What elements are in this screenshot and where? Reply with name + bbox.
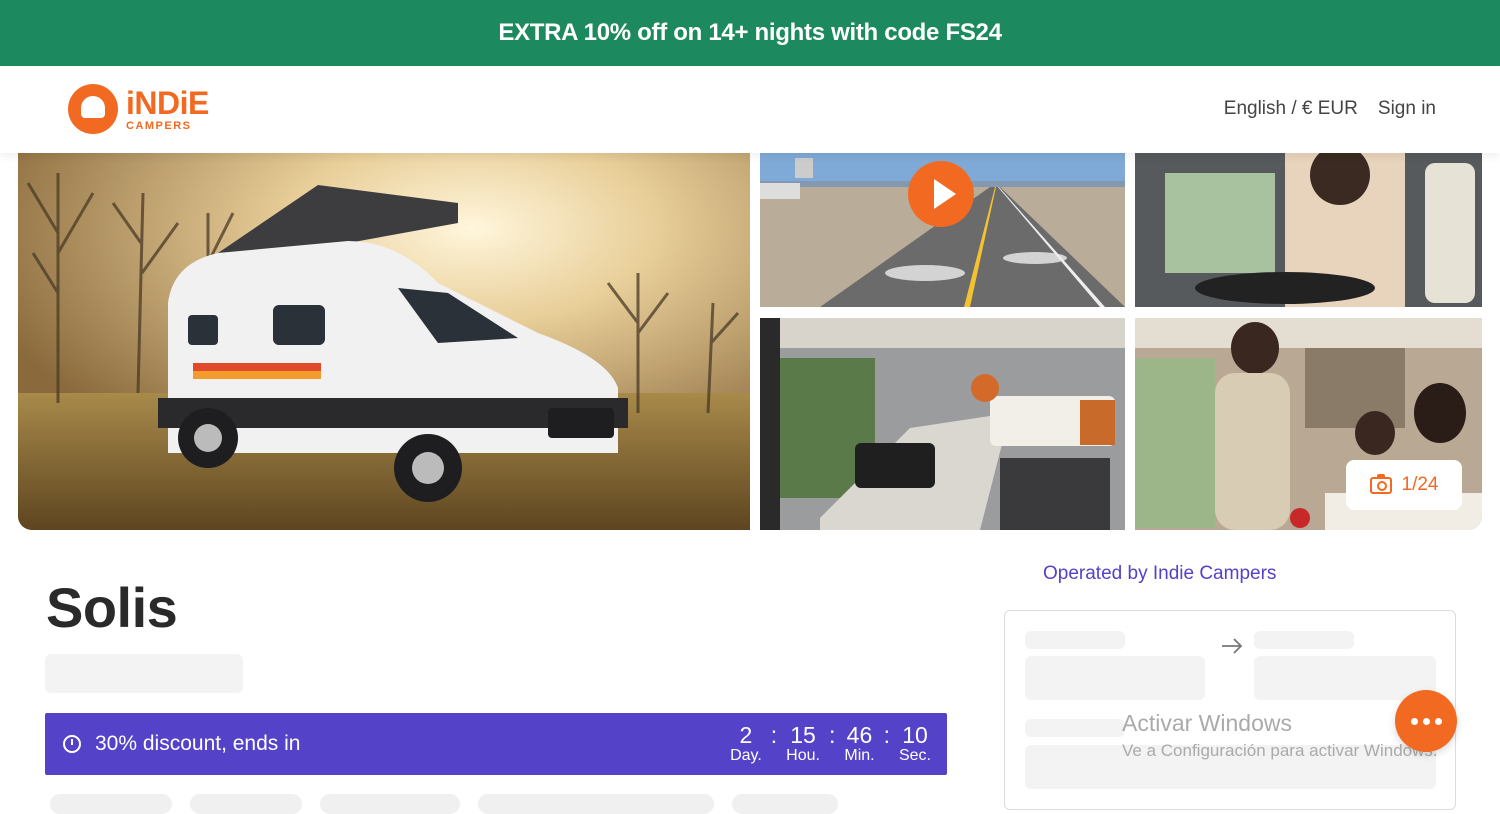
discount-banner: 30% discount, ends in 2 Day. : 15 Hou. :…	[45, 713, 947, 775]
gallery-photo-family[interactable]: 1/24	[1135, 318, 1482, 530]
arrow-right-icon	[1222, 638, 1243, 654]
site-header: iNDiE CAMPERS English / € EUR Sign in	[0, 66, 1500, 153]
feature-chip	[732, 794, 838, 814]
language-currency-selector[interactable]: English / € EUR	[1224, 98, 1358, 120]
timer-icon	[63, 735, 81, 753]
logo-icon	[68, 84, 118, 134]
operator-link[interactable]: Operated by Indie Campers	[1043, 563, 1276, 585]
chat-button[interactable]	[1395, 690, 1457, 752]
feature-chip	[320, 794, 460, 814]
countdown-timer: 2 Day. : 15 Hou. : 46 Min. : 10 Sec.	[730, 722, 931, 764]
play-video-icon[interactable]	[908, 161, 974, 227]
countdown-seconds: 10 Sec.	[898, 722, 931, 764]
feature-chip	[190, 794, 302, 814]
logo-subtitle: CAMPERS	[126, 119, 192, 132]
watermark-title: Activar Windows	[1122, 710, 1292, 736]
vehicle-title: Solis	[46, 576, 178, 639]
feature-chip	[50, 794, 172, 814]
photo-count-button[interactable]: 1/24	[1346, 460, 1462, 510]
loading-placeholder	[1025, 631, 1125, 649]
loading-placeholder	[45, 654, 243, 693]
windows-activation-watermark: Activar Windows Ve a Configuración para …	[1122, 710, 1438, 761]
photo-count-label: 1/24	[1401, 474, 1439, 495]
logo-wordmark: iNDiE	[126, 84, 209, 121]
feature-chip	[478, 794, 714, 814]
promo-text: EXTRA 10% off on 14+ nights with code FS…	[498, 19, 1002, 46]
gallery-photo-interior[interactable]	[760, 318, 1125, 530]
discount-text: 30% discount, ends in	[95, 732, 301, 755]
countdown-days: 2 Day.	[730, 722, 762, 764]
gallery-main-photo-campervan[interactable]	[18, 153, 750, 530]
photo-gallery: 1/24	[18, 153, 1482, 530]
indie-campers-logo[interactable]: iNDiE CAMPERS	[68, 84, 209, 134]
promo-banner: EXTRA 10% off on 14+ nights with code FS…	[0, 0, 1500, 66]
chat-dots-icon	[1410, 717, 1418, 725]
gallery-photo-cooking[interactable]	[1135, 153, 1482, 307]
watermark-subtitle: Ve a Configuración para activar Windows.	[1122, 741, 1438, 760]
loading-placeholder	[1254, 631, 1354, 649]
sign-in-link[interactable]: Sign in	[1378, 98, 1436, 120]
gallery-video-route66[interactable]	[760, 153, 1125, 307]
countdown-hours: 15 Hou.	[786, 722, 820, 764]
loading-placeholder	[1025, 719, 1125, 737]
loading-placeholder	[1254, 656, 1436, 700]
loading-placeholder	[1025, 656, 1205, 700]
camera-icon	[1369, 473, 1392, 494]
countdown-minutes: 46 Min.	[844, 722, 875, 764]
